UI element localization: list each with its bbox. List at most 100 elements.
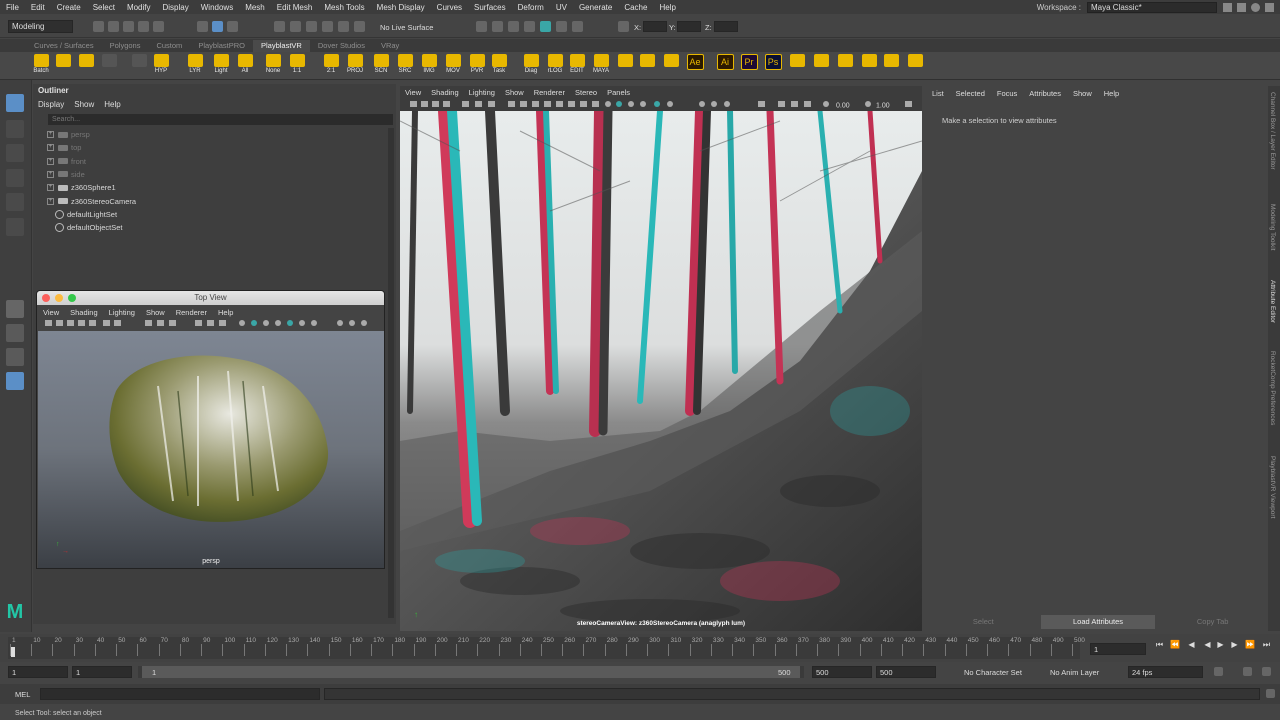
shelf-button-tool-3[interactable] [75,54,97,78]
command-input[interactable] [40,688,320,700]
menu-create[interactable]: Create [51,3,87,12]
shelf-tab-playblastvr[interactable]: PlayblastVR [253,40,310,52]
shelf-button-maya[interactable]: MAYA [590,54,612,78]
command-language-label[interactable]: MEL [15,690,30,699]
shelf-button-pr[interactable]: Pr [738,54,760,78]
menu-curves[interactable]: Curves [431,3,468,12]
pin-icon[interactable] [1237,2,1246,12]
outliner-item[interactable]: + z360Sphere1 [47,181,116,194]
attr-menu-help[interactable]: Help [1104,89,1119,98]
shelf-tab-playblastpro[interactable]: PlayblastPRO [190,40,253,52]
select-object-icon[interactable] [212,21,223,32]
shelf-tab-polygons[interactable]: Polygons [102,40,149,52]
snap-grid-icon[interactable] [274,21,285,32]
side-tab-channel-box[interactable]: Channel Box / Layer Editor [1269,92,1276,170]
top-view-menu-show[interactable]: Show [146,307,165,318]
shelf-button-hyp[interactable]: HYP [150,54,172,78]
shelf-tab-dover-studios[interactable]: Dover Studios [310,40,373,52]
top-view-menu-lighting[interactable]: Lighting [109,307,135,318]
current-time-marker[interactable] [11,647,15,657]
shelf-button-img[interactable]: IMG [418,54,440,78]
pause-render-icon[interactable] [572,21,583,32]
menu-edit-mesh[interactable]: Edit Mesh [271,3,319,12]
outliner-menu-help[interactable]: Help [104,100,120,109]
outliner-item[interactable]: defaultObjectSet [55,221,122,234]
outliner-item[interactable]: + front [47,155,86,168]
outliner-item[interactable]: + z360StereoCamera [47,195,136,208]
shelf-button-rlog[interactable]: rLOG [544,54,566,78]
scale-tool-icon[interactable] [6,218,24,236]
menu-deform[interactable]: Deform [512,3,550,12]
workspace-dropdown[interactable]: Maya Classic* [1087,1,1217,13]
animation-start-field[interactable]: 1 [8,666,68,678]
snap-plane-icon[interactable] [322,21,333,32]
fps-dropdown[interactable]: 24 fps [1128,666,1203,678]
select-hierarchy-icon[interactable] [197,21,208,32]
load-attributes-button[interactable]: Load Attributes [1040,615,1156,629]
menu-modify[interactable]: Modify [121,3,157,12]
shelf-button-task[interactable]: Task [488,54,510,78]
shelf-button-tool-34[interactable] [858,54,880,78]
copy-tab-button[interactable]: Copy Tab [1155,615,1270,629]
playback-end-field[interactable]: 500 [812,666,872,678]
redo-icon[interactable] [153,21,164,32]
menu-select[interactable]: Select [87,3,121,12]
shelf-button-proj[interactable]: PROJ [344,54,366,78]
open-scene-icon[interactable] [108,21,119,32]
top-view-menu-help[interactable]: Help [218,307,233,318]
menu-mesh-display[interactable]: Mesh Display [371,3,431,12]
viewport-menu-show[interactable]: Show [505,88,524,97]
time-ruler[interactable]: 1 10 20 30 40 50 60 70 80 90 100 110 120 130 140 150 160… [8,637,1085,659]
shelf-button-ae[interactable]: Ae [684,54,706,78]
shelf-button-1-1[interactable]: 1:1 [286,54,308,78]
snap-surface-icon[interactable] [338,21,349,32]
side-tab-playblastvr[interactable]: PlayblastVR Viewport [1269,456,1276,518]
outliner-item[interactable]: + side [47,168,85,181]
side-tab-modeling-toolkit[interactable]: Modeling Toolkit [1269,204,1276,251]
menu-set-dropdown[interactable]: Modeling [8,20,73,33]
top-view-menu-shading[interactable]: Shading [70,307,98,318]
shelf-button-pvr[interactable]: PVR [466,54,488,78]
outliner-search-input[interactable]: Search... [48,114,393,125]
shelf-button-2-1[interactable]: 2:1 [320,54,342,78]
shelf-button-lyr[interactable]: LYR [184,54,206,78]
viewport-menu-stereo[interactable]: Stereo [575,88,597,97]
layout-icon[interactable] [1223,2,1232,12]
menu-generate[interactable]: Generate [573,3,618,12]
step-forward-key-icon[interactable]: ▶ [1230,640,1239,649]
side-tab-rocketcomp[interactable]: RocketComp Preferences [1269,351,1276,425]
attr-menu-selected[interactable]: Selected [956,89,985,98]
top-view-toolbar-icons[interactable] [37,318,385,328]
shelf-button-tool-2[interactable] [52,54,74,78]
move-tool-icon[interactable] [6,169,24,187]
shelf-button-diag[interactable]: Diag [520,54,542,78]
viewport-field-b[interactable]: 1.00 [876,103,890,110]
expand-icon[interactable]: + [47,144,54,152]
viewport-menu-lighting[interactable]: Lighting [469,88,495,97]
select-component-icon[interactable] [227,21,238,32]
viewport-field-a[interactable]: 0.00 [836,103,850,110]
transform-mode-icon[interactable] [618,21,629,32]
outliner-item[interactable]: defaultLightSet [55,208,117,221]
shelf-button-tool-5[interactable] [128,54,150,78]
current-frame-field[interactable]: 1 [1090,643,1146,655]
y-field[interactable] [677,21,701,32]
shelf-button-tool-25[interactable] [636,54,658,78]
play-forward-icon[interactable]: ▶ [1216,640,1225,649]
play-back-icon[interactable]: ◀ [1203,640,1212,649]
layout-single-icon[interactable] [6,300,24,318]
snap-point-icon[interactable] [306,21,317,32]
outliner-item[interactable]: + top [47,141,81,154]
render-view-icon[interactable] [556,21,567,32]
maximize-icon[interactable] [68,294,76,302]
preferences-icon[interactable] [1262,667,1271,676]
expand-icon[interactable]: + [47,197,54,205]
minimize-icon[interactable] [55,294,63,302]
viewport-menu-panels[interactable]: Panels [607,88,630,97]
menu-display[interactable]: Display [157,3,195,12]
range-slider-bar[interactable]: 1 500 [138,666,804,678]
step-back-key-icon[interactable]: ◀ [1187,640,1196,649]
snap-curve-icon[interactable] [290,21,301,32]
shelf-button-tool-32[interactable] [810,54,832,78]
outliner-menu-show[interactable]: Show [74,100,94,109]
